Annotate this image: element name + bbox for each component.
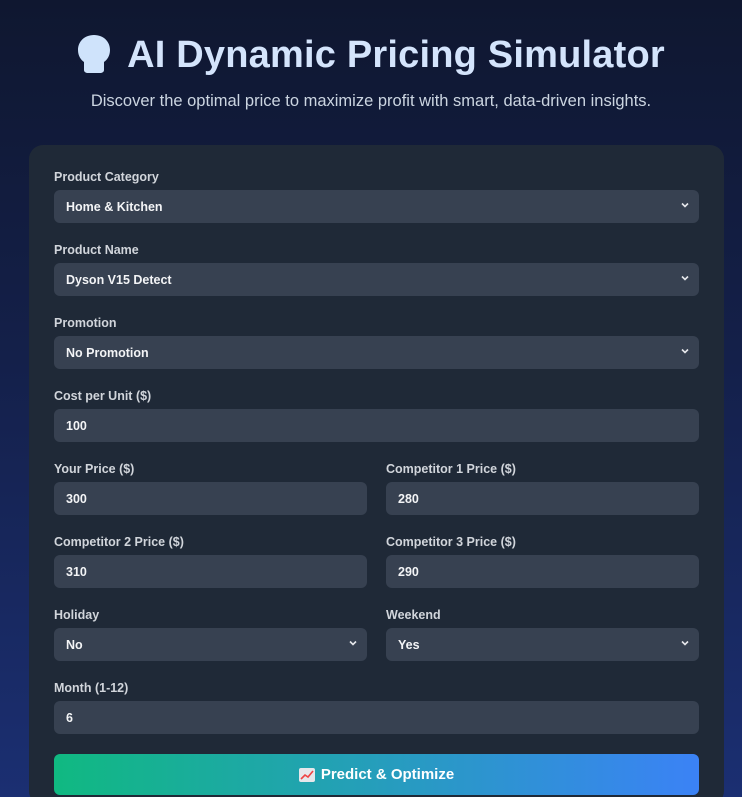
calendar-row: Holiday No Weekend Yes	[54, 608, 699, 681]
your-price-label: Your Price ($)	[54, 462, 135, 476]
cost-input[interactable]	[54, 409, 699, 442]
page-header: AI Dynamic Pricing Simulator Discover th…	[0, 0, 742, 111]
page-subtitle: Discover the optimal price to maximize p…	[90, 92, 652, 110]
predict-optimize-label: Predict & Optimize	[320, 766, 455, 783]
chevron-down-icon	[681, 202, 689, 208]
promotion-value: No Promotion	[66, 345, 149, 360]
holiday-label: Holiday	[54, 608, 100, 622]
competitor-3-field: Competitor 3 Price ($)	[386, 535, 699, 588]
chevron-down-icon	[349, 640, 357, 646]
month-field: Month (1-12)	[54, 681, 699, 734]
page-title: AI Dynamic Pricing Simulator	[127, 34, 665, 76]
competitor-2-field: Competitor 2 Price ($)	[54, 535, 367, 588]
competitor-2-input[interactable]	[54, 555, 367, 588]
competitor-2-label: Competitor 2 Price ($)	[54, 535, 184, 549]
chevron-down-icon	[681, 348, 689, 354]
holiday-select[interactable]: No	[54, 628, 367, 661]
category-select[interactable]: Home & Kitchen	[54, 190, 699, 223]
price-row-2: Competitor 2 Price ($) Competitor 3 Pric…	[54, 535, 699, 608]
brain-icon	[77, 33, 111, 78]
your-price-input[interactable]	[54, 482, 367, 515]
category-field: Product Category Home & Kitchen	[54, 170, 699, 223]
competitor-1-label: Competitor 1 Price ($)	[386, 462, 516, 476]
product-name-label: Product Name	[54, 243, 139, 257]
weekend-select[interactable]: Yes	[386, 628, 699, 661]
competitor-1-input[interactable]	[386, 482, 699, 515]
promotion-field: Promotion No Promotion	[54, 316, 699, 369]
product-name-select[interactable]: Dyson V15 Detect	[54, 263, 699, 296]
weekend-label: Weekend	[386, 608, 441, 622]
product-name-value: Dyson V15 Detect	[66, 272, 172, 287]
chart-increasing-icon	[298, 767, 315, 782]
chevron-down-icon	[681, 640, 689, 646]
competitor-1-field: Competitor 1 Price ($)	[386, 462, 699, 515]
pricing-form-card: Product Category Home & Kitchen Product …	[29, 145, 724, 797]
promotion-label: Promotion	[54, 316, 117, 330]
price-row-1: Your Price ($) Competitor 1 Price ($)	[54, 462, 699, 535]
cost-label: Cost per Unit ($)	[54, 389, 152, 403]
holiday-value: No	[66, 637, 83, 652]
chevron-down-icon	[681, 275, 689, 281]
category-value: Home & Kitchen	[66, 199, 163, 214]
competitor-3-label: Competitor 3 Price ($)	[386, 535, 516, 549]
promotion-select[interactable]: No Promotion	[54, 336, 699, 369]
product-name-field: Product Name Dyson V15 Detect	[54, 243, 699, 296]
month-label: Month (1-12)	[54, 681, 129, 695]
competitor-3-input[interactable]	[386, 555, 699, 588]
weekend-value: Yes	[398, 637, 420, 652]
title-row: AI Dynamic Pricing Simulator	[0, 33, 742, 78]
holiday-field: Holiday No	[54, 608, 367, 661]
category-label: Product Category	[54, 170, 159, 184]
predict-optimize-button[interactable]: Predict & Optimize	[54, 754, 699, 795]
cost-field: Cost per Unit ($)	[54, 389, 699, 442]
weekend-field: Weekend Yes	[386, 608, 699, 661]
your-price-field: Your Price ($)	[54, 462, 367, 515]
month-input[interactable]	[54, 701, 699, 734]
